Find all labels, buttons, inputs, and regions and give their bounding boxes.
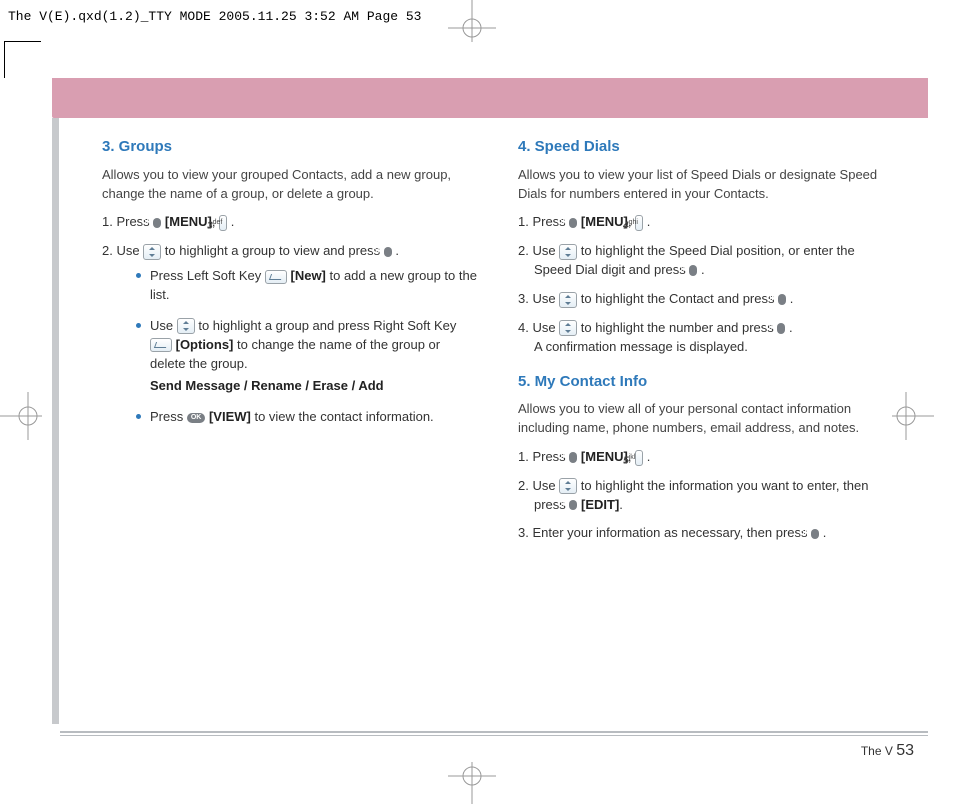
registration-mark-icon [892,392,934,440]
nav-key-icon [143,244,161,260]
section-intro: Allows you to view all of your personal … [518,400,894,438]
footer-label: The V [861,744,893,758]
ok-key-icon: OK [187,413,206,423]
bullet: Press OK [VIEW] to view the contact info… [136,408,478,427]
bullet: Press Left Soft Key [New] to add a new g… [136,267,478,305]
footer-rule [60,731,928,736]
job-header: The V(E).qxd(1.2)_TTY MODE 2005.11.25 3:… [8,8,421,27]
nav-key-icon [559,320,577,336]
section-intro: Allows you to view your grouped Contacts… [102,166,478,204]
right-soft-key-icon [150,338,172,352]
right-column: 4. Speed Dials Allows you to view your l… [518,136,894,704]
nav-key-icon [559,478,577,494]
step: 1. Press OK [MENU], 5jkl . [518,448,894,467]
nav-key-icon [559,292,577,308]
step: 1. Press OK [MENU], 4ghi . [518,213,894,232]
keypad-3-icon: 3def [219,215,227,231]
step: 2. Use to highlight a group to view and … [102,242,478,427]
section-intro: Allows you to view your list of Speed Di… [518,166,894,204]
nav-key-icon [177,318,195,334]
section-heading-my-contact-info: 5. My Contact Info [518,371,894,393]
registration-mark-icon [448,0,496,42]
section-heading-groups: 3. Groups [102,136,478,158]
ok-key-icon: OK [778,294,786,304]
bullet: Use to highlight a group and press Right… [136,317,478,396]
left-soft-key-icon [265,270,287,284]
registration-mark-icon [448,762,496,804]
steps-list: 1. Press OK [MENU], 4ghi . 2. Use to hig… [518,213,894,356]
registration-mark-icon [0,392,42,440]
step: 3. Use to highlight the Contact and pres… [518,290,894,309]
step: 2. Use to highlight the information you … [518,477,894,515]
page-content: 3. Groups Allows you to view your groupe… [102,136,894,704]
steps-list: 1. Press OK [MENU], 3def . 2. Use to hig… [102,213,478,427]
options-list: Send Message / Rename / Erase / Add [150,377,478,396]
step: 3. Enter your information as necessary, … [518,524,894,543]
section-heading-speed-dials: 4. Speed Dials [518,136,894,158]
steps-list: 1. Press OK [MENU], 5jkl . 2. Use to hig… [518,448,894,543]
keypad-4-icon: 4ghi [635,215,643,231]
side-strip [52,118,59,724]
step: 4. Use to highlight the number and press… [518,319,894,357]
substeps: Press Left Soft Key [New] to add a new g… [118,267,478,427]
header-banner [52,78,928,118]
ok-key-icon: OK [384,247,392,257]
manual-page: The V(E).qxd(1.2)_TTY MODE 2005.11.25 3:… [0,0,954,804]
crop-corner-icon [4,41,41,78]
step: 2. Use to highlight the Speed Dial posit… [518,242,894,280]
step: 1. Press OK [MENU], 3def . [102,213,478,232]
nav-key-icon [559,244,577,260]
left-column: 3. Groups Allows you to view your groupe… [102,136,478,704]
page-footer: The V 53 [861,739,914,762]
ok-key-icon: OK [811,529,819,539]
keypad-5-icon: 5jkl [635,450,643,466]
page-number: 53 [896,742,914,759]
